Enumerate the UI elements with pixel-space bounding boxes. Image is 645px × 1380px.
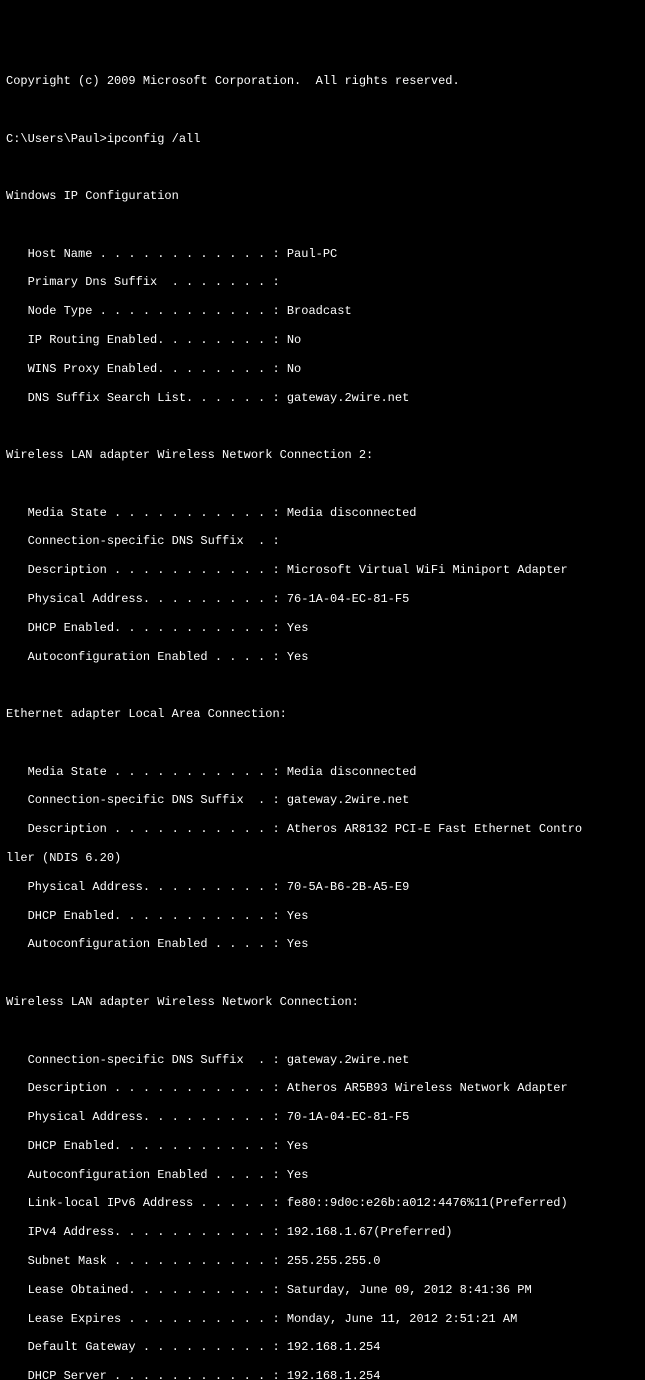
- node-type: Node Type . . . . . . . . . . . . : Broa…: [6, 304, 639, 318]
- ipv4-address: IPv4 Address. . . . . . . . . . . : 192.…: [6, 1225, 639, 1239]
- dhcp-enabled: DHCP Enabled. . . . . . . . . . . : Yes: [6, 1139, 639, 1153]
- description-wrap: ller (NDIS 6.20): [6, 851, 639, 865]
- blank: [6, 736, 639, 750]
- lease-obtained: Lease Obtained. . . . . . . . . . : Satu…: [6, 1283, 639, 1297]
- adapter-title: Wireless LAN adapter Wireless Network Co…: [6, 448, 639, 462]
- autoconfig-enabled: Autoconfiguration Enabled . . . . : Yes: [6, 937, 639, 951]
- dhcp-enabled: DHCP Enabled. . . . . . . . . . . : Yes: [6, 909, 639, 923]
- blank: [6, 218, 639, 232]
- section-header: Windows IP Configuration: [6, 189, 639, 203]
- adapter-title: Ethernet adapter Local Area Connection:: [6, 707, 639, 721]
- physical-address: Physical Address. . . . . . . . . : 70-5…: [6, 880, 639, 894]
- physical-address: Physical Address. . . . . . . . . : 76-1…: [6, 592, 639, 606]
- physical-address: Physical Address. . . . . . . . . : 70-1…: [6, 1110, 639, 1124]
- blank: [6, 103, 639, 117]
- subnet-mask: Subnet Mask . . . . . . . . . . . : 255.…: [6, 1254, 639, 1268]
- conn-dns-suffix: Connection-specific DNS Suffix . :: [6, 534, 639, 548]
- blank: [6, 678, 639, 692]
- copyright-line: Copyright (c) 2009 Microsoft Corporation…: [6, 74, 639, 88]
- blank: [6, 1024, 639, 1038]
- wins-proxy: WINS Proxy Enabled. . . . . . . . : No: [6, 362, 639, 376]
- host-name: Host Name . . . . . . . . . . . . : Paul…: [6, 247, 639, 261]
- primary-dns-suffix: Primary Dns Suffix . . . . . . . :: [6, 275, 639, 289]
- dhcp-enabled: DHCP Enabled. . . . . . . . . . . : Yes: [6, 621, 639, 635]
- blank: [6, 966, 639, 980]
- autoconfig-enabled: Autoconfiguration Enabled . . . . : Yes: [6, 1168, 639, 1182]
- ip-routing: IP Routing Enabled. . . . . . . . : No: [6, 333, 639, 347]
- description: Description . . . . . . . . . . . : Athe…: [6, 822, 639, 836]
- dns-suffix-search: DNS Suffix Search List. . . . . . : gate…: [6, 391, 639, 405]
- default-gateway: Default Gateway . . . . . . . . . : 192.…: [6, 1340, 639, 1354]
- lease-expires: Lease Expires . . . . . . . . . . : Mond…: [6, 1312, 639, 1326]
- blank: [6, 419, 639, 433]
- command-prompt: C:\Users\Paul>ipconfig /all: [6, 132, 639, 146]
- blank: [6, 477, 639, 491]
- description: Description . . . . . . . . . . . : Micr…: [6, 563, 639, 577]
- link-local-ipv6: Link-local IPv6 Address . . . . . : fe80…: [6, 1196, 639, 1210]
- blank: [6, 160, 639, 174]
- autoconfig-enabled: Autoconfiguration Enabled . . . . : Yes: [6, 650, 639, 664]
- conn-dns-suffix: Connection-specific DNS Suffix . : gatew…: [6, 793, 639, 807]
- terminal-output: Copyright (c) 2009 Microsoft Corporation…: [6, 60, 639, 1380]
- dhcp-server: DHCP Server . . . . . . . . . . . : 192.…: [6, 1369, 639, 1380]
- adapter-title: Wireless LAN adapter Wireless Network Co…: [6, 995, 639, 1009]
- media-state: Media State . . . . . . . . . . . : Medi…: [6, 765, 639, 779]
- conn-dns-suffix: Connection-specific DNS Suffix . : gatew…: [6, 1053, 639, 1067]
- description: Description . . . . . . . . . . . : Athe…: [6, 1081, 639, 1095]
- media-state: Media State . . . . . . . . . . . : Medi…: [6, 506, 639, 520]
